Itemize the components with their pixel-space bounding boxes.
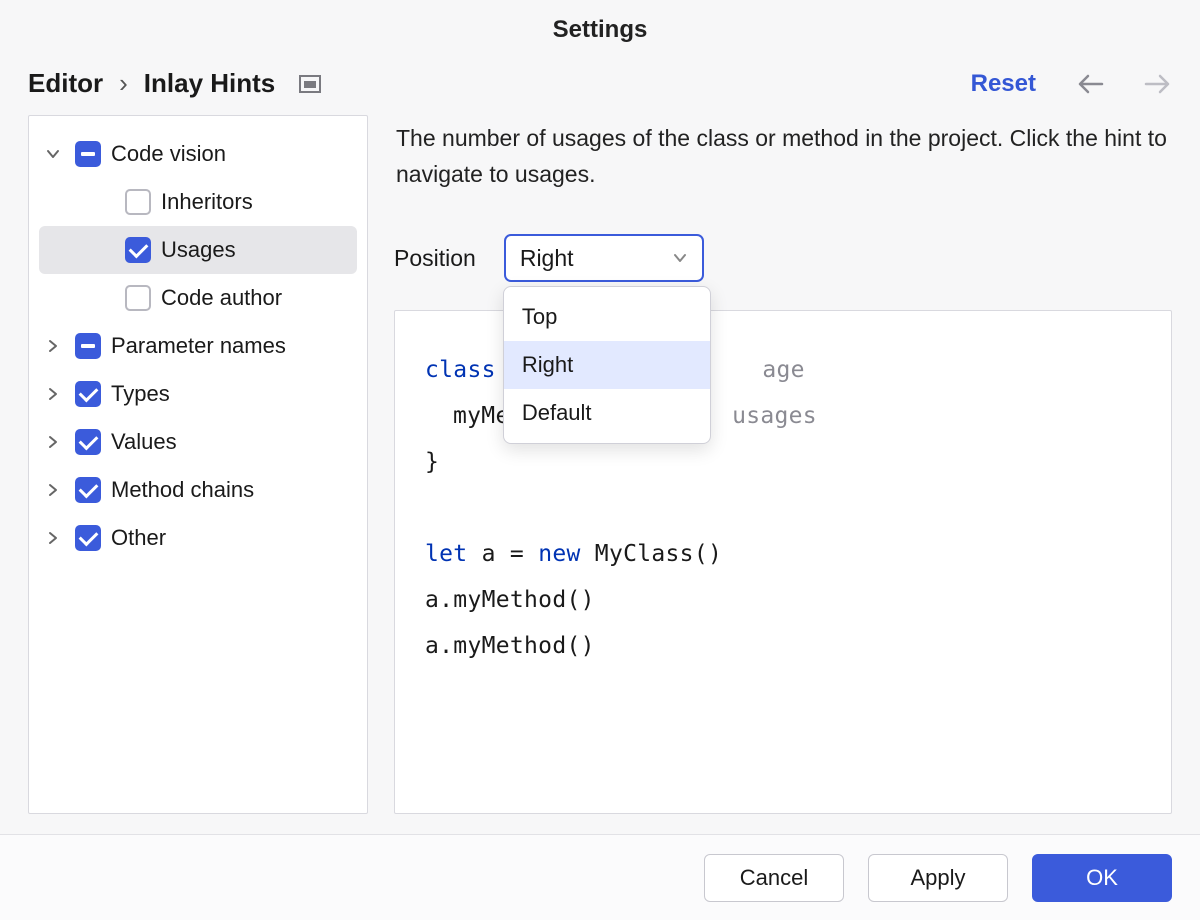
position-label: Position <box>394 245 476 272</box>
code-line: a.myMethod() <box>425 623 1141 669</box>
tree-item-other[interactable]: Other <box>29 514 367 562</box>
chevron-right-icon[interactable] <box>41 430 65 454</box>
tree-item-inheritors[interactable]: Inheritors <box>39 178 357 226</box>
settings-dialog: Settings Editor › Inlay Hints Reset <box>0 0 1200 920</box>
tree-item-parameter-names[interactable]: Parameter names <box>29 322 367 370</box>
header-row: Editor › Inlay Hints Reset <box>0 56 1200 115</box>
inlay-hint[interactable]: usages <box>732 403 817 429</box>
dialog-title: Settings <box>0 0 1200 56</box>
back-button[interactable] <box>1076 74 1104 94</box>
chevron-right-icon[interactable] <box>41 526 65 550</box>
position-dropdown[interactable]: Top Right Default <box>503 286 711 444</box>
tree-label: Usages <box>161 237 236 263</box>
checkbox-unchecked[interactable] <box>125 285 151 311</box>
settings-detail-pane: The number of usages of the class or met… <box>394 115 1172 814</box>
chevron-right-icon[interactable] <box>41 478 65 502</box>
position-select[interactable]: Right Top Right Default <box>504 234 704 282</box>
inlay-hint[interactable]: age <box>762 357 804 383</box>
tree-label: Inheritors <box>161 189 253 215</box>
cancel-button[interactable]: Cancel <box>704 854 844 902</box>
tree-item-method-chains[interactable]: Method chains <box>29 466 367 514</box>
chevron-right-icon[interactable] <box>41 382 65 406</box>
content: Code vision Inheritors Usages Code autho… <box>0 115 1200 834</box>
tree-label: Method chains <box>111 477 254 503</box>
checkbox-mixed[interactable] <box>75 141 101 167</box>
dropdown-option-top[interactable]: Top <box>504 293 710 341</box>
tree-label: Other <box>111 525 166 551</box>
checkbox-checked[interactable] <box>125 237 151 263</box>
breadcrumb-current: Inlay Hints <box>144 68 275 99</box>
tree-item-usages[interactable]: Usages <box>39 226 357 274</box>
position-field: Position Right Top Right Default <box>394 234 1172 282</box>
dropdown-option-default[interactable]: Default <box>504 389 710 437</box>
tree-label: Code vision <box>111 141 226 167</box>
forward-button[interactable] <box>1144 74 1172 94</box>
tree-label: Code author <box>161 285 282 311</box>
breadcrumb-root[interactable]: Editor <box>28 68 103 99</box>
checkbox-checked[interactable] <box>75 381 101 407</box>
window-frame-icon[interactable] <box>299 75 321 93</box>
chevron-down-icon <box>672 245 688 272</box>
tree-label: Values <box>111 429 177 455</box>
ok-button[interactable]: OK <box>1032 854 1172 902</box>
chevron-right-icon[interactable] <box>41 334 65 358</box>
position-selected-value: Right <box>520 245 574 272</box>
tree-label: Types <box>111 381 170 407</box>
dropdown-option-right[interactable]: Right <box>504 341 710 389</box>
settings-tree[interactable]: Code vision Inheritors Usages Code autho… <box>28 115 368 814</box>
code-text: } <box>425 449 439 475</box>
tree-item-code-vision[interactable]: Code vision <box>29 130 367 178</box>
breadcrumb: Editor › Inlay Hints <box>28 68 275 99</box>
tree-item-values[interactable]: Values <box>29 418 367 466</box>
code-text: a.myMethod() <box>425 633 595 659</box>
checkbox-checked[interactable] <box>75 429 101 455</box>
description-text: The number of usages of the class or met… <box>394 115 1172 198</box>
breadcrumb-separator: › <box>119 68 128 99</box>
tree-item-code-author[interactable]: Code author <box>39 274 357 322</box>
dialog-button-bar: Cancel Apply OK <box>0 834 1200 920</box>
checkbox-checked[interactable] <box>75 525 101 551</box>
header-right: Reset <box>971 70 1172 98</box>
keyword: class <box>425 357 496 383</box>
reset-link[interactable]: Reset <box>971 70 1036 98</box>
code-line: a.myMethod() <box>425 577 1141 623</box>
code-text: a = <box>467 541 538 567</box>
code-text: a.myMethod() <box>425 587 595 613</box>
checkbox-mixed[interactable] <box>75 333 101 359</box>
checkbox-unchecked[interactable] <box>125 189 151 215</box>
tree-label: Parameter names <box>111 333 286 359</box>
code-line: } <box>425 439 1141 485</box>
code-line: let a = new MyClass() <box>425 531 1141 577</box>
code-text: MyClass() <box>581 541 722 567</box>
keyword: new <box>538 541 580 567</box>
chevron-down-icon[interactable] <box>41 142 65 166</box>
tree-item-types[interactable]: Types <box>29 370 367 418</box>
keyword: let <box>425 541 467 567</box>
checkbox-checked[interactable] <box>75 477 101 503</box>
apply-button[interactable]: Apply <box>868 854 1008 902</box>
